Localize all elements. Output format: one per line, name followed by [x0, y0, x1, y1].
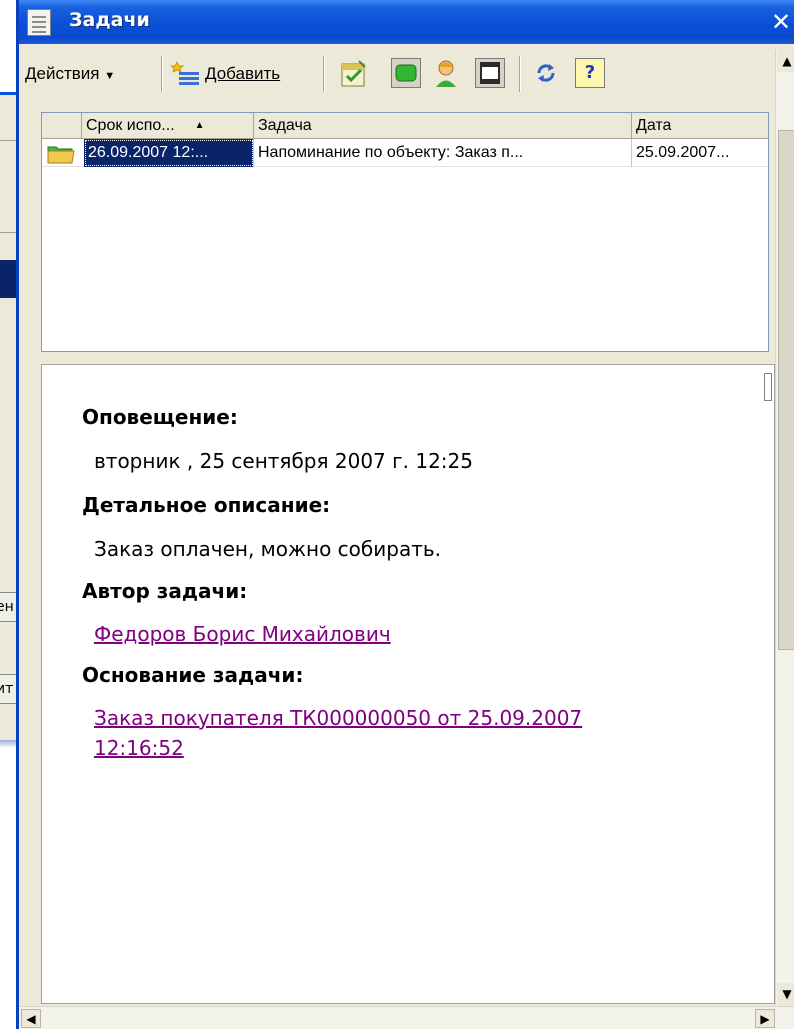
frame-button[interactable] — [475, 58, 505, 88]
user-icon[interactable] — [431, 58, 461, 88]
add-label: Добавить — [205, 64, 281, 83]
table-header: Срок испо... ▲ Задача Дата — [42, 113, 768, 139]
description-value: Заказ оплачен, можно собирать. — [94, 537, 441, 561]
description-label: Детальное описание: — [82, 493, 331, 517]
green-square-icon — [395, 64, 417, 82]
basis-link[interactable]: Заказ покупателя ТК000000050 от 25.09.20… — [94, 703, 614, 763]
scroll-right-arrow-icon[interactable]: ▶ — [755, 1009, 775, 1028]
cell-task[interactable]: Напоминание по объекту: Заказ п... — [254, 139, 632, 167]
task-details-panel: Оповещение: вторник , 25 сентября 2007 г… — [41, 364, 775, 1004]
close-button[interactable]: ✕ — [768, 10, 794, 36]
scroll-down-arrow-icon[interactable]: ▼ — [777, 983, 794, 1005]
icon-column-header — [42, 113, 82, 139]
sort-ascending-icon: ▲ — [194, 120, 205, 131]
refresh-icon[interactable] — [531, 58, 561, 88]
tasks-table: Срок испо... ▲ Задача Дата 26.09.2007 12:… — [41, 112, 769, 352]
window-title: Задачи — [69, 9, 150, 31]
basis-label: Основание задачи: — [82, 663, 304, 687]
scroll-up-arrow-icon[interactable]: ▲ — [777, 50, 794, 72]
column-label: Срок испо... — [86, 117, 175, 134]
details-scroll-marker — [764, 373, 772, 401]
folder-icon — [47, 146, 75, 164]
toolbar: Действия ▼ Добавить ? — [19, 44, 794, 106]
column-header-deadline[interactable]: Срок испо... ▲ — [82, 113, 254, 139]
actions-menu[interactable]: Действия ▼ — [25, 64, 115, 84]
title-bar[interactable]: Задачи ✕ — [19, 0, 794, 44]
tasks-window: Задачи ✕ Действия ▼ Добавить ? ▲ ▼ Срок … — [16, 0, 794, 1029]
notification-label: Оповещение: — [82, 405, 238, 429]
cell-deadline[interactable]: 26.09.2007 12:... — [84, 139, 254, 167]
add-button[interactable]: Добавить — [171, 56, 311, 90]
column-header-task[interactable]: Задача — [254, 113, 632, 139]
author-label: Автор задачи: — [82, 579, 248, 603]
frame-icon — [480, 62, 500, 84]
toolbar-separator — [519, 56, 521, 92]
toolbar-separator — [323, 56, 325, 92]
help-icon: ? — [584, 62, 596, 83]
column-header-date[interactable]: Дата — [632, 113, 770, 139]
checklist-icon[interactable] — [339, 58, 369, 88]
row-icon-cell — [42, 139, 82, 167]
help-button[interactable]: ? — [575, 58, 605, 88]
vertical-scrollbar[interactable]: ▲ ▼ — [775, 50, 794, 1005]
cell-date[interactable]: 25.09.2007... — [632, 139, 770, 167]
chevron-down-icon: ▼ — [104, 70, 116, 82]
table-row[interactable]: 26.09.2007 12:... Напоминание по объекту… — [42, 139, 768, 167]
document-icon — [27, 9, 51, 36]
actions-label: Действия — [25, 64, 100, 83]
green-square-button[interactable] — [391, 58, 421, 88]
horizontal-scrollbar[interactable]: ◀ ▶ — [19, 1006, 794, 1029]
scrollbar-thumb[interactable] — [778, 130, 794, 650]
toolbar-separator — [161, 56, 163, 92]
notification-value: вторник , 25 сентября 2007 г. 12:25 — [94, 449, 473, 473]
scroll-left-arrow-icon[interactable]: ◀ — [21, 1009, 41, 1028]
author-link[interactable]: Федоров Борис Михайлович — [94, 619, 614, 649]
add-icon — [171, 61, 199, 85]
